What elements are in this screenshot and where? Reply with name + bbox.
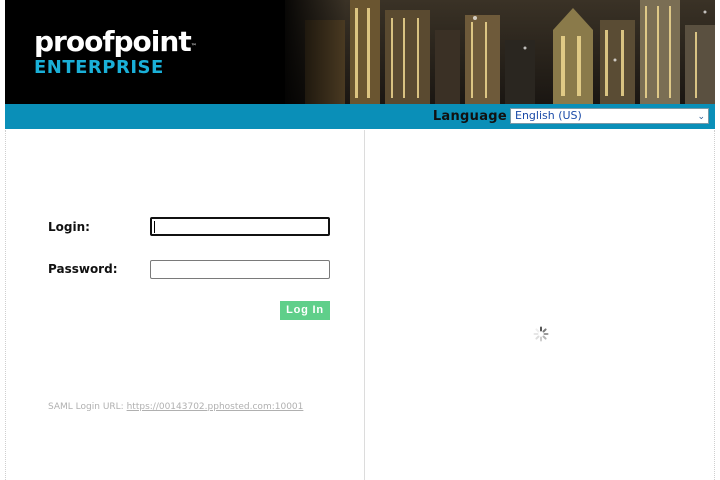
saml-login-info: SAML Login URL: https://00143702.pphoste… (48, 402, 303, 412)
login-input[interactable] (150, 217, 330, 236)
proofpoint-logo: proofpoint™ ENTERPRISE (34, 28, 197, 77)
loading-spinner-icon (533, 326, 549, 342)
saml-login-link[interactable]: https://00143702.pphosted.com:10001 (127, 402, 304, 412)
logo-wordmark: proofpoint (34, 25, 192, 58)
login-button[interactable]: Log In (280, 301, 330, 320)
language-label: Language (432, 109, 507, 124)
password-label: Password: (48, 262, 118, 276)
header-banner: proofpoint™ ENTERPRISE (5, 0, 715, 104)
loading-panel (366, 130, 714, 480)
logo-trademark: ™ (190, 43, 197, 50)
main-content: Login: Password: Log In SAML Login URL: … (5, 130, 715, 480)
login-panel: Login: Password: Log In SAML Login URL: … (6, 130, 365, 480)
saml-label: SAML Login URL: (48, 402, 124, 412)
text-cursor (154, 221, 155, 233)
password-input[interactable] (150, 260, 330, 279)
login-label: Login: (48, 220, 90, 234)
language-selected-value: English (US) (515, 109, 582, 122)
language-select[interactable]: English (US) ⌄ (510, 108, 709, 124)
language-bar: Language English (US) ⌄ (5, 104, 715, 129)
chevron-down-icon: ⌄ (697, 112, 705, 122)
logo-product-name: ENTERPRISE (34, 57, 164, 78)
login-page: proofpoint™ ENTERPRISE Language English … (0, 0, 720, 480)
